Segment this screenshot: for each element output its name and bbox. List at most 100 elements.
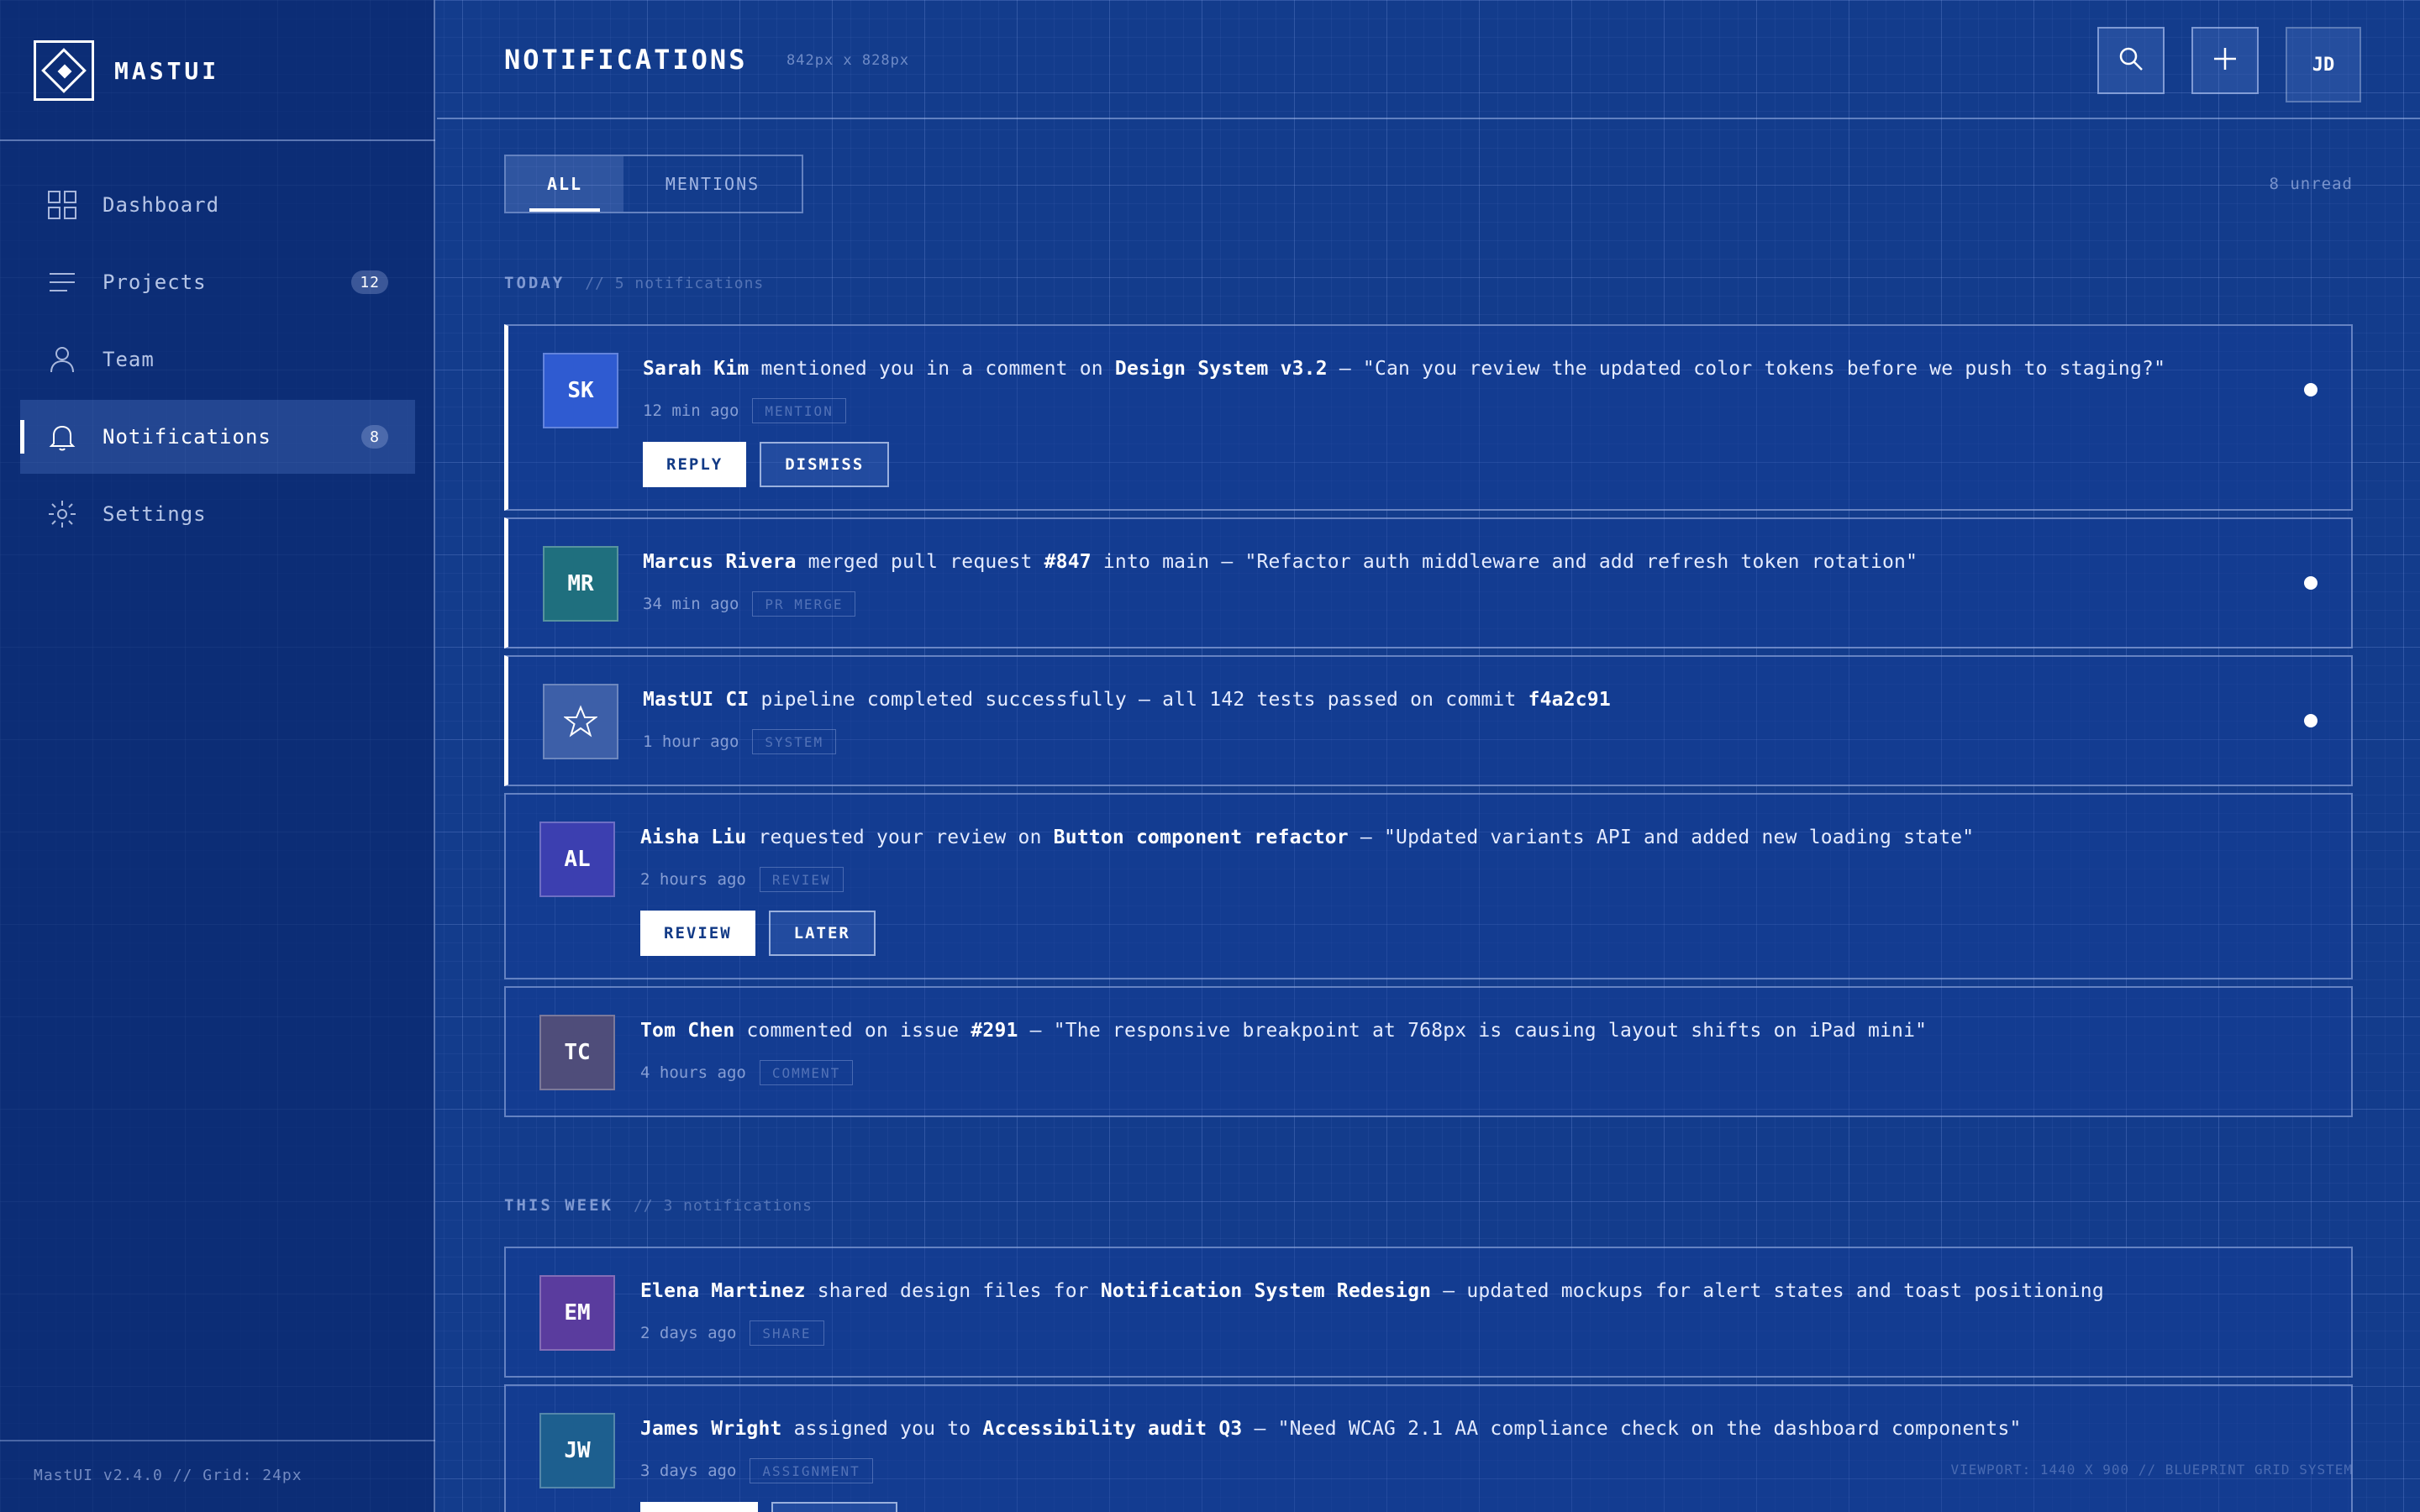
notification-body: merged pull request [796, 551, 1044, 573]
notification-card[interactable]: MR Marcus Rivera merged pull request #84… [504, 517, 2353, 648]
sidebar: MASTUI Dashboard Projects 12 Team Notifi… [0, 0, 435, 1512]
viewport-note: VIEWPORT: 1440 X 900 // BLUEPRINT GRID S… [1950, 1462, 2353, 1478]
timestamp: 1 hour ago [643, 732, 739, 751]
bell-icon [47, 422, 77, 452]
notification-body: shared design files for [805, 1280, 1101, 1302]
type-tag: SYSTEM [752, 729, 837, 754]
user-avatar-button[interactable]: JD [2286, 27, 2361, 102]
notification-meta: 12 min ago MENTION [643, 398, 846, 423]
notification-body: requested your review on [746, 827, 1054, 848]
tab-all[interactable]: ALL [506, 156, 623, 212]
action-button-secondary[interactable] [771, 1502, 897, 1512]
timestamp: 2 days ago [640, 1324, 737, 1342]
sidebar-item-settings[interactable]: Settings [20, 477, 415, 551]
notification-body: pipeline completed successfully — all 14… [749, 689, 1528, 711]
section-title: TODAY [504, 274, 566, 292]
notification-meta: 3 days ago ASSIGNMENT [640, 1458, 873, 1483]
star-icon [543, 684, 618, 759]
timestamp: 3 days ago [640, 1462, 737, 1480]
later-button[interactable]: LATER [768, 911, 876, 956]
notification-card[interactable]: MastUI CI pipeline completed successfull… [504, 655, 2353, 786]
sidebar-nav: Dashboard Projects 12 Team Notifications… [20, 168, 415, 554]
brand-name: MASTUI [114, 56, 220, 85]
notification-meta: 2 hours ago REVIEW [640, 867, 844, 892]
notification-text: Aisha Liu requested your review on Butto… [640, 827, 2250, 848]
notification-text: Sarah Kim mentioned you in a comment on … [643, 358, 2250, 380]
search-button[interactable] [2097, 27, 2165, 94]
add-button[interactable] [2191, 27, 2259, 94]
type-tag: COMMENT [759, 1060, 854, 1085]
timestamp: 12 min ago [643, 402, 739, 420]
sidebar-item-label: Dashboard [103, 193, 220, 217]
version-label: MastUI v2.4.0 // Grid: 24px [34, 1467, 302, 1484]
action-button-primary[interactable] [640, 1502, 758, 1512]
sidebar-item-projects[interactable]: Projects 12 [20, 245, 415, 319]
notification-quote: — "Updated variants API and added new lo… [1348, 827, 1975, 848]
tab-mentions[interactable]: MENTIONS [623, 156, 802, 212]
notification-text: Marcus Rivera merged pull request #847 i… [643, 551, 2250, 573]
notification-meta: 1 hour ago SYSTEM [643, 729, 837, 754]
section-header-today: TODAY // 5 notifications [504, 274, 764, 292]
type-tag: MENTION [752, 398, 846, 423]
notification-target[interactable]: Button component refactor [1054, 827, 1349, 848]
notification-target[interactable]: Notification System Redesign [1101, 1280, 1431, 1302]
dismiss-button[interactable]: DISMISS [760, 442, 890, 487]
count-badge: 12 [351, 270, 388, 294]
section-title: THIS WEEK [504, 1196, 613, 1215]
notification-text: MastUI CI pipeline completed successfull… [643, 689, 2250, 711]
timestamp: 34 min ago [643, 595, 739, 613]
actor-name: Marcus Rivera [643, 551, 797, 573]
notification-card[interactable]: EM Elena Martinez shared design files fo… [504, 1247, 2353, 1378]
notification-text: Tom Chen commented on issue #291 — "The … [640, 1020, 2250, 1042]
sidebar-item-label: Settings [103, 502, 207, 526]
app-root: MASTUI Dashboard Projects 12 Team Notifi… [0, 0, 2420, 1512]
type-tag: ASSIGNMENT [750, 1458, 873, 1483]
type-tag: PR MERGE [752, 591, 856, 617]
notification-actions [640, 1502, 911, 1512]
notification-card[interactable]: TC Tom Chen commented on issue #291 — "T… [504, 986, 2353, 1117]
actor-name: MastUI CI [643, 689, 750, 711]
avatar: JW [539, 1413, 615, 1488]
notification-meta: 2 days ago SHARE [640, 1320, 824, 1346]
timestamp: 2 hours ago [640, 870, 746, 889]
notification-target[interactable]: Design System v3.2 [1115, 358, 1328, 380]
notification-target[interactable]: Accessibility audit Q3 [982, 1418, 1242, 1440]
sidebar-item-team[interactable]: Team [20, 323, 415, 396]
notification-actions: REVIEW LATER [640, 911, 889, 956]
notification-actions: REPLY DISMISS [643, 442, 902, 487]
notification-quote: — "The responsive breakpoint at 768px is… [1018, 1020, 1928, 1042]
notification-quote: — "Can you review the updated color toke… [1327, 358, 2166, 380]
notification-meta: 4 hours ago COMMENT [640, 1060, 854, 1085]
sidebar-divider [0, 139, 435, 141]
commit-hash[interactable]: f4a2c91 [1528, 689, 1611, 711]
actor-name: James Wright [640, 1418, 782, 1440]
notification-target[interactable]: #291 [971, 1020, 1018, 1042]
sidebar-footer-divider [0, 1440, 435, 1441]
avatar: TC [539, 1015, 615, 1090]
type-tag: REVIEW [759, 867, 844, 892]
notification-card[interactable]: SK Sarah Kim mentioned you in a comment … [504, 324, 2353, 511]
brand[interactable]: MASTUI [34, 40, 219, 101]
notification-body: assigned you to [781, 1418, 983, 1440]
notification-target[interactable]: #847 [1044, 551, 1092, 573]
unread-count: 8 unread [2269, 175, 2353, 193]
list-icon [47, 267, 77, 297]
section-count: // 5 notifications [585, 275, 765, 292]
page-dimensions: 842px x 828px [786, 52, 910, 69]
grid-icon [47, 190, 77, 220]
avatar: AL [539, 822, 615, 897]
sidebar-item-dashboard[interactable]: Dashboard [20, 168, 415, 242]
notification-quote: into main — "Refactor auth middleware an… [1091, 551, 1918, 573]
actor-name: Tom Chen [640, 1020, 735, 1042]
notification-card[interactable]: JW James Wright assigned you to Accessib… [504, 1384, 2353, 1512]
notification-body: commented on issue [734, 1020, 971, 1042]
notification-text: Elena Martinez shared design files for N… [640, 1280, 2250, 1302]
reply-button[interactable]: REPLY [643, 442, 747, 487]
diamond-logo-icon [34, 40, 94, 101]
sidebar-item-notifications[interactable]: Notifications 8 [20, 400, 415, 474]
count-badge: 8 [361, 425, 388, 449]
search-icon [2117, 45, 2145, 76]
review-button[interactable]: REVIEW [640, 911, 755, 956]
notification-card[interactable]: AL Aisha Liu requested your review on Bu… [504, 793, 2353, 979]
sidebar-item-label: Projects [103, 270, 207, 294]
